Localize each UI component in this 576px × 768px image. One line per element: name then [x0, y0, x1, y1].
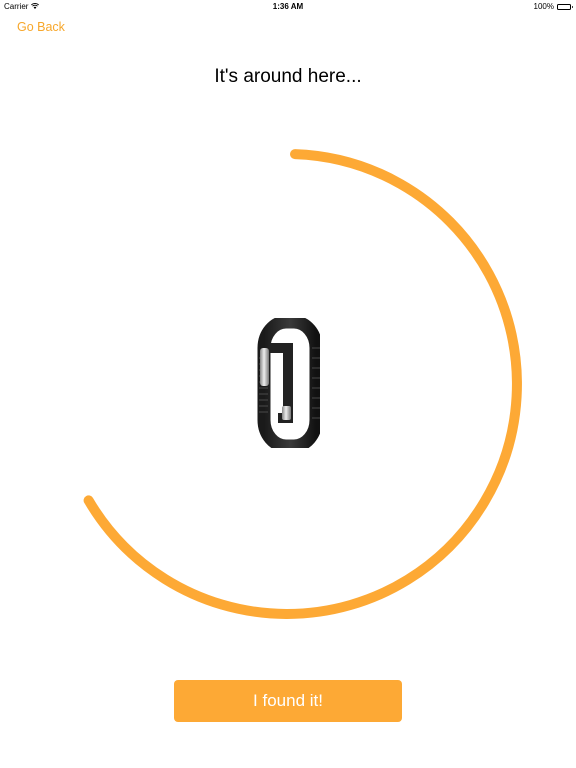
i-found-it-button[interactable]: I found it!: [174, 680, 402, 722]
screen: Carrier 1:36 AM 100% Go Back It's around…: [0, 0, 576, 768]
fitness-band-image: [257, 318, 320, 448]
